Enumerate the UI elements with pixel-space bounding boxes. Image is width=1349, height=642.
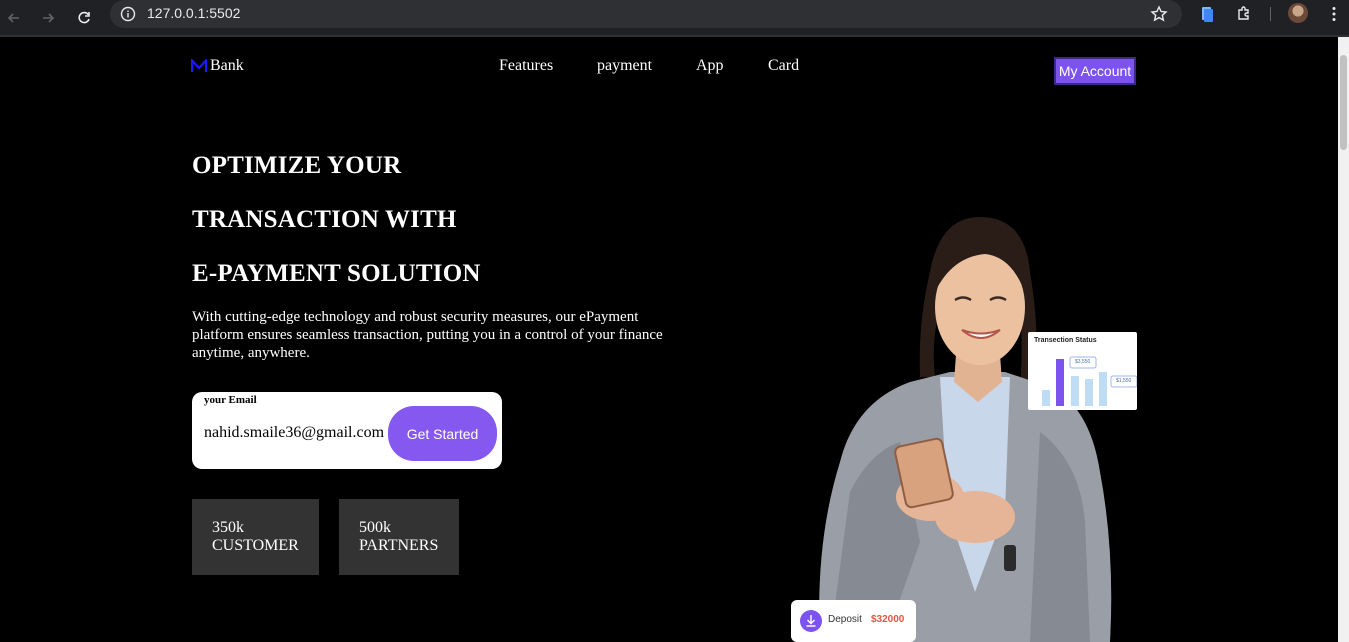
email-field-label: your Email: [204, 394, 257, 406]
address-bar[interactable]: 127.0.0.1:5502: [110, 0, 1182, 28]
nav-link-card[interactable]: Card: [768, 57, 799, 75]
nav-link-payment[interactable]: payment: [597, 57, 652, 75]
landing-page: Bank Features payment App Card My Accoun…: [0, 37, 1338, 642]
my-account-button[interactable]: My Account: [1054, 57, 1136, 85]
stat-partners: 500k PARTNERS: [339, 499, 459, 575]
email-signup-form: your Email nahid.smaile36@gmail.com Get …: [192, 392, 502, 469]
hero-headline-line-1: OPTIMIZE YOUR: [192, 152, 402, 179]
deposit-amount: $32000: [871, 614, 905, 625]
forward-arrow-icon[interactable]: [34, 4, 62, 32]
deposit-label: Deposit: [828, 614, 862, 625]
woman-with-phone-image: [819, 217, 1112, 642]
transaction-status-card: Transection Status $3,550 $1,550: [1028, 332, 1137, 410]
hero-headline-line-3: E-PAYMENT SOLUTION: [192, 260, 481, 287]
toolbar-divider: [1270, 7, 1271, 21]
hero-description: With cutting-edge technology and robust …: [192, 309, 663, 361]
extensions-puzzle-icon[interactable]: [1235, 5, 1253, 28]
status-tag-2: $1,550: [1116, 378, 1132, 384]
profile-avatar[interactable]: [1288, 3, 1308, 23]
browser-toolbar: 127.0.0.1:5502: [0, 0, 1349, 37]
nav-link-features[interactable]: Features: [499, 57, 553, 75]
bookmark-star-icon[interactable]: [1150, 5, 1168, 28]
extension-doc-icon[interactable]: [1199, 5, 1215, 28]
reload-icon[interactable]: [70, 4, 98, 32]
scrollbar-thumb[interactable]: [1340, 55, 1347, 150]
url-text: 127.0.0.1:5502: [147, 5, 241, 21]
page-scrollbar[interactable]: [1338, 37, 1349, 642]
hero-headline-line-2: TRANSACTION WITH: [192, 206, 457, 233]
brand-name: Bank: [210, 57, 244, 74]
stat-label: CUSTOMER: [212, 537, 299, 554]
status-tag-1: $3,550: [1075, 359, 1091, 365]
stat-label: PARTNERS: [359, 537, 439, 554]
deposit-card: Deposit $32000: [791, 600, 916, 642]
nav-link-app[interactable]: App: [696, 57, 724, 75]
brand-logo[interactable]: Bank: [191, 57, 244, 75]
download-icon: [800, 610, 822, 632]
back-arrow-icon[interactable]: [0, 4, 28, 32]
stat-value: 500k: [359, 519, 391, 536]
email-input[interactable]: nahid.smaile36@gmail.com: [204, 424, 384, 442]
m-logo-icon: [191, 59, 207, 72]
get-started-button[interactable]: Get Started: [388, 406, 497, 461]
site-info-icon[interactable]: [120, 6, 136, 27]
stat-customers: 350k CUSTOMER: [192, 499, 319, 575]
status-bar-chart: [1042, 356, 1137, 406]
browser-menu-icon[interactable]: [1325, 5, 1343, 28]
stat-value: 350k: [212, 519, 244, 536]
